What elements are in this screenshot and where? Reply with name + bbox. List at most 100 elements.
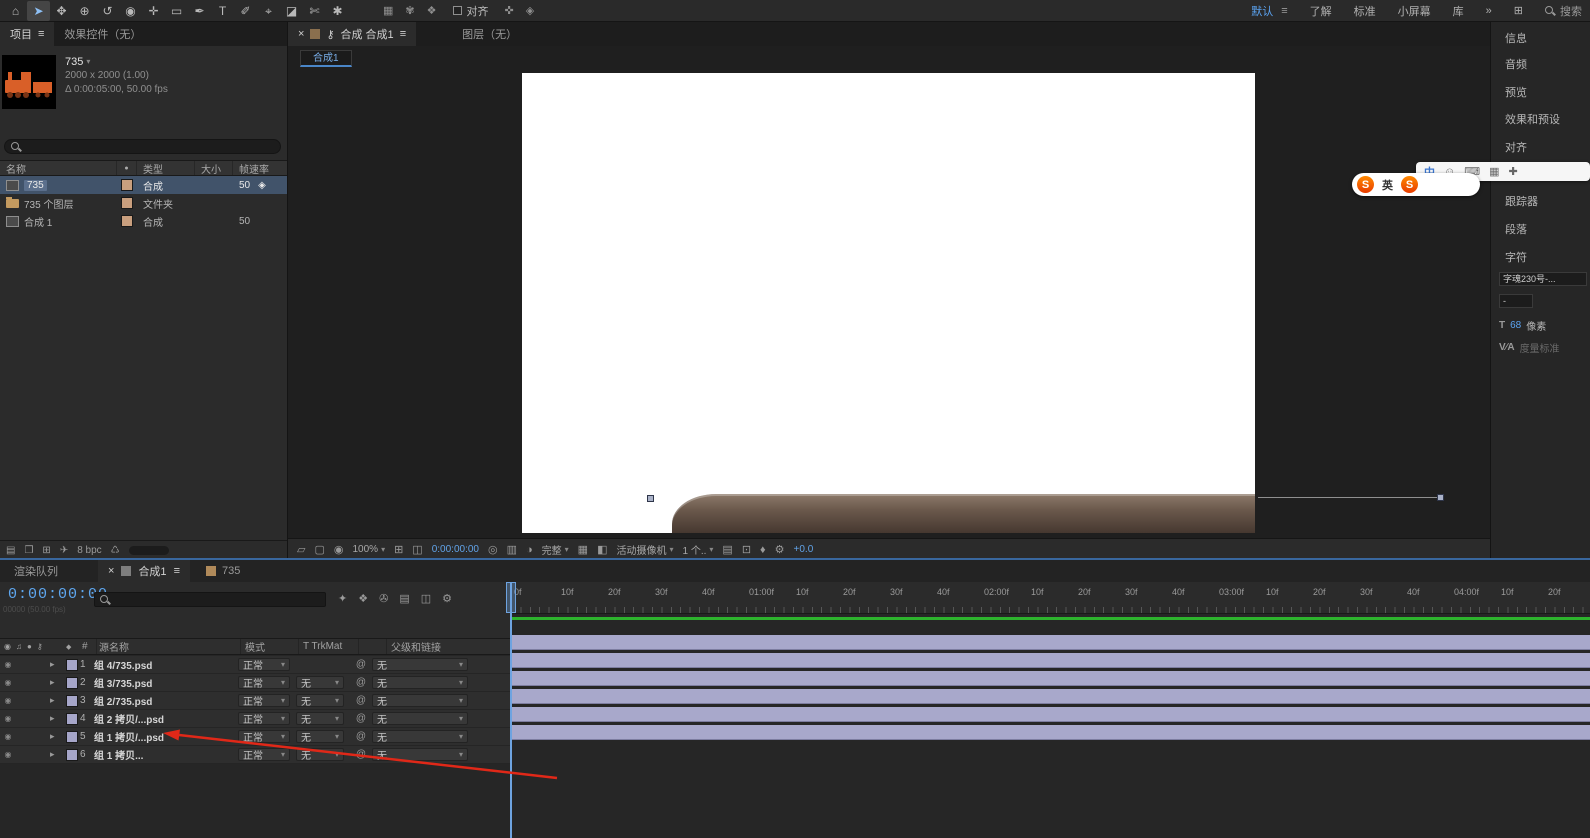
pan-behind-tool[interactable]: ✛ bbox=[142, 1, 165, 21]
workspace-tab-libraries[interactable]: 库 bbox=[1453, 3, 1464, 19]
playhead-line[interactable] bbox=[510, 582, 512, 838]
layer-trkmat-dropdown[interactable]: 无▾ bbox=[296, 748, 344, 761]
fast-previews-icon[interactable]: ⊡ bbox=[742, 543, 751, 556]
work-area-bar[interactable] bbox=[511, 617, 1590, 620]
layer-expand-arrow[interactable]: ▸ bbox=[50, 695, 64, 706]
magnification-icon[interactable]: ▢ bbox=[314, 543, 324, 556]
layer-color-chip[interactable] bbox=[67, 732, 77, 742]
shape-tool[interactable]: ▭ bbox=[165, 1, 188, 21]
layer-handle[interactable] bbox=[1437, 494, 1444, 501]
layer-color-chip[interactable] bbox=[67, 678, 77, 688]
new-folder-icon[interactable]: ❒ bbox=[24, 545, 33, 556]
tab-composition[interactable]: × ⚷ 合成 合成1 ≡ bbox=[288, 22, 416, 46]
interpret-footage-icon[interactable]: ▤ bbox=[6, 545, 15, 556]
layer-parent-dropdown[interactable]: 无▾ bbox=[372, 748, 468, 761]
workspace-tab-learn[interactable]: 了解 bbox=[1310, 3, 1332, 19]
layer-name[interactable]: 组 3/735.psd bbox=[94, 675, 238, 690]
panel-grid-icon[interactable]: ⊞ bbox=[1514, 4, 1523, 17]
layer-parent-dropdown[interactable]: 无▾ bbox=[372, 712, 468, 725]
layer-parent-dropdown[interactable]: 无▾ bbox=[372, 730, 468, 743]
show-snapshot-icon[interactable]: ▥ bbox=[507, 543, 517, 556]
mode-column-header[interactable]: 模式 bbox=[240, 639, 298, 654]
ime-more-icon[interactable]: ✚ bbox=[1509, 165, 1518, 178]
workspace-tab-small-screen[interactable]: 小屏幕 bbox=[1398, 3, 1431, 19]
layer-name[interactable]: 组 2 拷贝/...psd bbox=[94, 711, 238, 726]
trkmat-column-header[interactable]: T TrkMat bbox=[298, 639, 358, 654]
snap-option-icon-1[interactable]: ✜ bbox=[505, 4, 514, 17]
label-color-chip[interactable] bbox=[122, 198, 132, 208]
camera-dropdown[interactable]: 活动摄像机 ▾ bbox=[616, 542, 673, 557]
layer-mode-dropdown[interactable]: 正常▾ bbox=[238, 658, 290, 671]
panel-align[interactable]: 对齐 bbox=[1505, 139, 1527, 155]
selected-item-name[interactable]: 735 bbox=[65, 55, 83, 69]
home-tool[interactable]: ⌂ bbox=[4, 1, 27, 21]
timeline-layer-row-6[interactable]: ◉ ▸ 6 组 1 拷贝... 正常▾ 无▾ @ 无▾ bbox=[0, 746, 510, 764]
zoom-dropdown[interactable]: 100% ▾ bbox=[352, 544, 385, 555]
timeline-jump-icon[interactable]: ♦ bbox=[760, 544, 766, 556]
ime-logo-icon[interactable]: S bbox=[1401, 176, 1418, 193]
layer-trkmat-dropdown[interactable]: 无▾ bbox=[296, 730, 344, 743]
column-size[interactable]: 大小 bbox=[195, 161, 233, 175]
layer-name[interactable]: 组 2/735.psd bbox=[94, 693, 238, 708]
brush-tool[interactable]: ✐ bbox=[234, 1, 257, 21]
roto-brush-tool[interactable]: ✄ bbox=[303, 1, 326, 21]
selection-tool[interactable]: ➤ bbox=[27, 1, 50, 21]
panel-paragraph[interactable]: 段落 bbox=[1505, 221, 1527, 237]
snap-checkbox[interactable] bbox=[453, 6, 462, 15]
snap-option-icon-2[interactable]: ◈ bbox=[526, 4, 534, 17]
timeline-search-box[interactable] bbox=[94, 592, 326, 607]
ime-logo-icon[interactable]: S bbox=[1357, 176, 1374, 193]
camera-tool[interactable]: ◉ bbox=[119, 1, 142, 21]
draft-3d-icon[interactable]: ❖ bbox=[358, 592, 368, 605]
rotation-tool[interactable]: ↺ bbox=[96, 1, 119, 21]
layer-visibility-icon[interactable]: ◉ bbox=[0, 678, 16, 687]
parent-pickwhip-icon[interactable]: @ bbox=[350, 695, 372, 706]
layer-mode-dropdown[interactable]: 正常▾ bbox=[238, 712, 290, 725]
time-ruler[interactable]: 0f 10f 20f 30f 40f 01:00f 10f 20f 30f 40… bbox=[511, 582, 1590, 614]
project-row-735[interactable]: 735 合成 50 ◈ bbox=[0, 176, 287, 194]
frame-blend-icon[interactable]: ▤ bbox=[399, 592, 409, 605]
viewer-current-time[interactable]: 0:00:00:00 bbox=[432, 544, 479, 555]
project-search-box[interactable] bbox=[4, 139, 281, 154]
timeline-layer-row-5[interactable]: ◉ ▸ 5 组 1 拷贝/...psd 正常▾ 无▾ @ 无▾ bbox=[0, 728, 510, 746]
source-name-column-header[interactable]: 源名称 bbox=[96, 639, 240, 654]
viewer-lock-icon[interactable]: ⚷ bbox=[326, 28, 334, 41]
layer-visibility-icon[interactable]: ◉ bbox=[0, 714, 16, 723]
column-type[interactable]: 类型 bbox=[137, 161, 195, 175]
zoom-tool[interactable]: ⊕ bbox=[73, 1, 96, 21]
panel-audio[interactable]: 音频 bbox=[1505, 56, 1527, 72]
tab-project[interactable]: 项目 ≡ bbox=[0, 22, 54, 46]
layer-visibility-icon[interactable]: ◉ bbox=[0, 750, 16, 759]
workspace-overflow-icon[interactable]: » bbox=[1486, 5, 1492, 17]
tab-render-queue[interactable]: 渲染队列 bbox=[0, 563, 72, 579]
snapshot-icon[interactable]: ◎ bbox=[488, 543, 498, 556]
layer-expand-arrow[interactable]: ▸ bbox=[50, 659, 64, 670]
ime-toolbox-icon[interactable]: ▦ bbox=[1489, 165, 1499, 178]
layer-trkmat-dropdown[interactable]: 无▾ bbox=[296, 676, 344, 689]
clone-stamp-tool[interactable]: ⌖ bbox=[257, 1, 280, 21]
parent-pickwhip-icon[interactable]: @ bbox=[350, 659, 372, 670]
layer-duration-bar-6[interactable] bbox=[512, 725, 1590, 740]
viewer-subtab-comp1[interactable]: 合成1 bbox=[300, 50, 352, 67]
label-color-chip[interactable] bbox=[122, 216, 132, 226]
label-color-chip[interactable] bbox=[122, 180, 132, 190]
project-search-input[interactable] bbox=[26, 141, 274, 152]
timeline-layer-row-2[interactable]: ◉ ▸ 2 组 3/735.psd 正常▾ 无▾ @ 无▾ bbox=[0, 674, 510, 692]
resolution-dropdown[interactable]: 完整 ▾ bbox=[542, 542, 569, 557]
timeline-search-input[interactable] bbox=[115, 594, 320, 605]
layer-handle[interactable] bbox=[647, 495, 654, 502]
column-framerate[interactable]: 帧速率 bbox=[233, 161, 287, 175]
layer-trkmat-dropdown[interactable]: 无▾ bbox=[296, 694, 344, 707]
project-row-comp1[interactable]: 合成 1 合成 50 bbox=[0, 212, 287, 230]
tab-effect-controls[interactable]: 效果控件（无） bbox=[54, 22, 151, 46]
workspace-search[interactable]: 搜索 bbox=[1545, 3, 1582, 19]
layer-color-chip[interactable] bbox=[67, 750, 77, 760]
type-tool[interactable]: T bbox=[211, 1, 234, 21]
workspace-tab-standard[interactable]: 标准 bbox=[1354, 3, 1376, 19]
workspace-menu-icon[interactable]: ≡ bbox=[1281, 5, 1287, 17]
layer-duration-bar-5[interactable] bbox=[512, 707, 1590, 722]
panel-info[interactable]: 信息 bbox=[1505, 30, 1527, 46]
mask-toggle-icon[interactable]: ◫ bbox=[412, 543, 422, 556]
layer-mode-dropdown[interactable]: 正常▾ bbox=[238, 694, 290, 707]
pen-tool[interactable]: ✒ bbox=[188, 1, 211, 21]
